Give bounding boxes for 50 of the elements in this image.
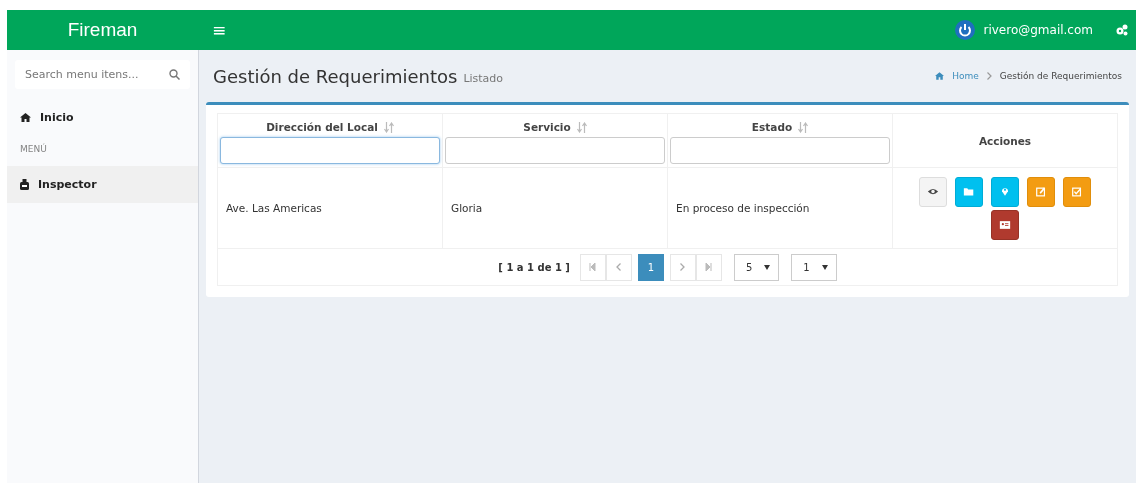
folder-action-button[interactable] — [955, 176, 983, 207]
last-page-button[interactable] — [695, 253, 722, 281]
next-page-button[interactable] — [669, 253, 696, 281]
menu-section-header: MENÚ — [19, 142, 48, 156]
edit-icon — [1035, 185, 1047, 198]
sort-icon[interactable] — [798, 121, 809, 133]
checkbox-icon — [1071, 185, 1083, 198]
gears-icon[interactable] — [1115, 24, 1128, 36]
table-cell: Ave. Las Americas — [226, 202, 322, 214]
breadcrumb-current: Gestión de Requerimientos — [999, 71, 1122, 81]
last-page-icon — [705, 263, 713, 271]
previous-page-button[interactable] — [605, 253, 632, 281]
filter-field[interactable] — [670, 137, 890, 164]
sort-icon[interactable] — [576, 121, 587, 133]
rows-per-page-select[interactable]: 5 — [733, 253, 780, 281]
chevron-left-icon — [616, 263, 622, 271]
folder-icon — [963, 185, 975, 198]
view-action-button[interactable] — [919, 176, 947, 207]
pin-icon — [999, 185, 1011, 198]
dropdown-caret-icon — [764, 264, 771, 270]
chevron-right-icon — [680, 263, 686, 271]
filter-field[interactable] — [445, 137, 665, 164]
edit-action-button[interactable] — [1027, 176, 1055, 207]
power-icon — [955, 20, 976, 40]
home-icon[interactable] — [935, 72, 945, 80]
sidebar-item[interactable]: Inspector — [7, 166, 198, 203]
column-header[interactable]: Servicio — [523, 121, 571, 133]
page-title: Gestión de Requerimientos — [213, 65, 458, 87]
search-icon[interactable] — [169, 69, 180, 80]
column-header: Acciones — [978, 135, 1032, 147]
sidebar-item[interactable]: Inicio — [7, 99, 198, 136]
home-icon — [20, 113, 31, 122]
check-action-button[interactable] — [1063, 176, 1091, 207]
page-select[interactable]: 1 — [791, 253, 837, 281]
first-page-button[interactable] — [579, 253, 606, 281]
table-cell: En proceso de inspección — [676, 202, 810, 214]
chevron-right-icon — [986, 72, 992, 80]
page-number-button[interactable]: 1 — [637, 253, 664, 281]
page-summary: [ 1 a 1 de 1 ] — [498, 261, 570, 273]
id-card-icon — [999, 218, 1011, 231]
filter-field[interactable] — [220, 137, 440, 164]
sort-icon[interactable] — [383, 121, 394, 133]
table-cell: Gloria — [451, 202, 483, 214]
dropdown-caret-icon — [821, 264, 828, 270]
page-subtitle: Listado — [463, 72, 504, 85]
column-header[interactable]: Estado — [751, 121, 793, 133]
column-header[interactable]: Dirección del Local — [266, 121, 378, 133]
first-page-icon — [589, 263, 597, 271]
card-action-button[interactable] — [991, 209, 1019, 240]
search-field[interactable]: Search menu itens... — [15, 60, 190, 89]
